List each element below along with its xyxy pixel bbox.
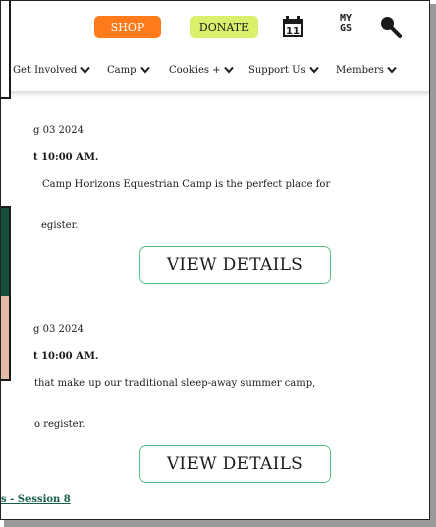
event-register-text: egister. bbox=[41, 220, 79, 231]
nav-label: Get Involved bbox=[13, 64, 78, 76]
image-tan-block bbox=[1, 296, 9, 379]
my-gs-line2: GS bbox=[339, 23, 353, 34]
event-image bbox=[1, 206, 11, 381]
event-date: g 03 2024 bbox=[33, 125, 84, 136]
next-event-link[interactable]: s - Session 8 bbox=[1, 494, 71, 505]
nav-get-involved[interactable]: Get Involved bbox=[13, 59, 91, 81]
donate-button[interactable]: DONATE bbox=[190, 16, 258, 38]
search-icon[interactable] bbox=[379, 15, 403, 39]
nav-label: Support Us bbox=[248, 64, 306, 76]
chevron-down-icon bbox=[139, 66, 150, 74]
page-frame: SHOP DONATE 11 MY GS Get Involved Camp C… bbox=[0, 0, 430, 520]
event-time: t 10:00 AM. bbox=[33, 351, 99, 362]
nav-members[interactable]: Members bbox=[336, 59, 397, 81]
nav-camp[interactable]: Camp bbox=[107, 59, 150, 81]
nav-label: Cookies + bbox=[169, 64, 221, 76]
side-menu-panel bbox=[1, 1, 11, 99]
nav-cookies[interactable]: Cookies + bbox=[169, 59, 234, 81]
event-time: t 10:00 AM. bbox=[33, 152, 99, 163]
my-gs-link[interactable]: MY GS bbox=[333, 14, 359, 40]
image-green-block bbox=[1, 208, 9, 296]
chevron-down-icon bbox=[80, 66, 91, 74]
chevron-down-icon bbox=[223, 66, 234, 74]
shop-button[interactable]: SHOP bbox=[94, 16, 161, 38]
site-header: SHOP DONATE 11 MY GS Get Involved Camp C… bbox=[1, 1, 429, 91]
calendar-day: 11 bbox=[286, 26, 300, 37]
main-nav: Get Involved Camp Cookies + Support Us M… bbox=[1, 59, 429, 81]
view-details-button[interactable]: VIEW DETAILS bbox=[139, 445, 331, 483]
event-register-text: o register. bbox=[34, 419, 86, 430]
event-date: g 03 2024 bbox=[33, 324, 84, 335]
event-description: Camp Horizons Equestrian Camp is the per… bbox=[42, 179, 331, 190]
frame-shadow-bottom bbox=[4, 520, 436, 527]
nav-label: Members bbox=[336, 64, 384, 76]
nav-label: Camp bbox=[107, 64, 137, 76]
frame-shadow-right bbox=[430, 4, 436, 527]
event-description: that make up our traditional sleep-away … bbox=[34, 378, 316, 389]
chevron-down-icon bbox=[387, 66, 397, 74]
view-details-button[interactable]: VIEW DETAILS bbox=[139, 246, 331, 284]
chevron-down-icon bbox=[308, 66, 319, 74]
nav-support-us[interactable]: Support Us bbox=[248, 59, 319, 81]
calendar-icon[interactable]: 11 bbox=[282, 16, 304, 38]
